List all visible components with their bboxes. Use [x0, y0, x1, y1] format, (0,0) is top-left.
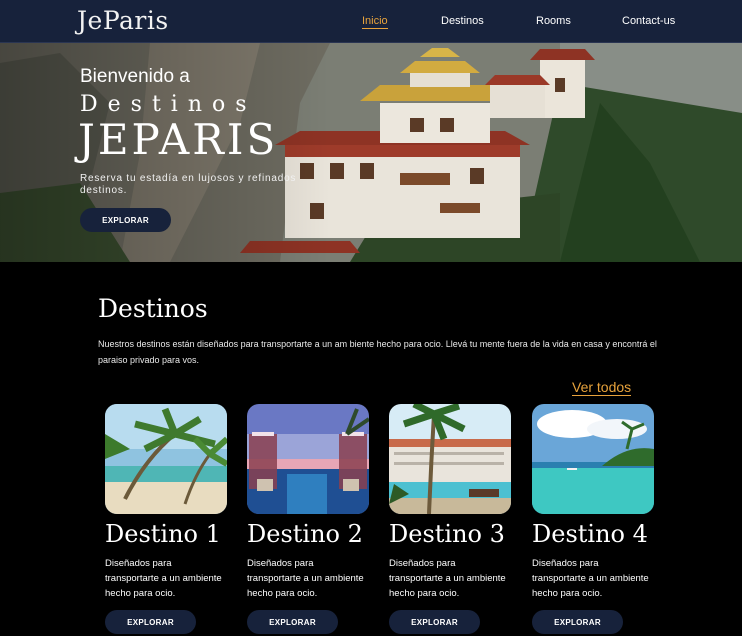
site-logo[interactable]: JeParis: [77, 6, 169, 35]
destination-1-title: Destino 1: [105, 520, 221, 548]
destination-1-image[interactable]: [105, 404, 227, 514]
see-all-link[interactable]: Ver todos: [572, 379, 632, 396]
nav-item-inicio[interactable]: Inicio: [362, 15, 388, 29]
destination-4-title: Destino 4: [532, 520, 648, 548]
hero-explore-button[interactable]: EXPLORAR: [80, 208, 171, 232]
destination-3-text: Diseñados para transportarte a un ambien…: [389, 558, 506, 599]
hero-banner: Bienvenido a Destinos JEPARIS Reserva tu…: [0, 43, 742, 262]
hero-welcome-text: Bienvenido a: [80, 66, 190, 87]
nav-item-destinos[interactable]: Destinos: [441, 15, 484, 27]
destination-1-text: Diseñados para transportarte a un ambien…: [105, 558, 222, 599]
top-nav: JeParis Inicio Destinos Rooms Contact-us: [0, 0, 742, 43]
section-description: Nuestros destinos están diseñados para t…: [98, 339, 657, 365]
destination-4-image[interactable]: [532, 404, 654, 514]
hero-subtitle: Reserva tu estadía en lujosos y refinado…: [80, 173, 297, 196]
nav-item-rooms[interactable]: Rooms: [536, 15, 571, 27]
nav-item-contact-us[interactable]: Contact-us: [622, 15, 675, 27]
destination-3-image[interactable]: [389, 404, 511, 514]
destination-2-text: Diseñados para transportarte a un ambien…: [247, 558, 364, 599]
destination-4-text: Diseñados para transportarte a un ambien…: [532, 558, 649, 599]
hero-brand-title: JEPARIS: [78, 115, 279, 164]
destination-1-explore-button[interactable]: EXPLORAR: [105, 610, 196, 634]
destination-2-title: Destino 2: [247, 520, 363, 548]
destination-3-title: Destino 3: [389, 520, 505, 548]
destination-2-image[interactable]: [247, 404, 369, 514]
destination-2-explore-button[interactable]: EXPLORAR: [247, 610, 338, 634]
section-title: Destinos: [98, 294, 208, 323]
destination-3-explore-button[interactable]: EXPLORAR: [389, 610, 480, 634]
destination-4-explore-button[interactable]: EXPLORAR: [532, 610, 623, 634]
hero-destinos-text: Destinos: [80, 92, 257, 117]
